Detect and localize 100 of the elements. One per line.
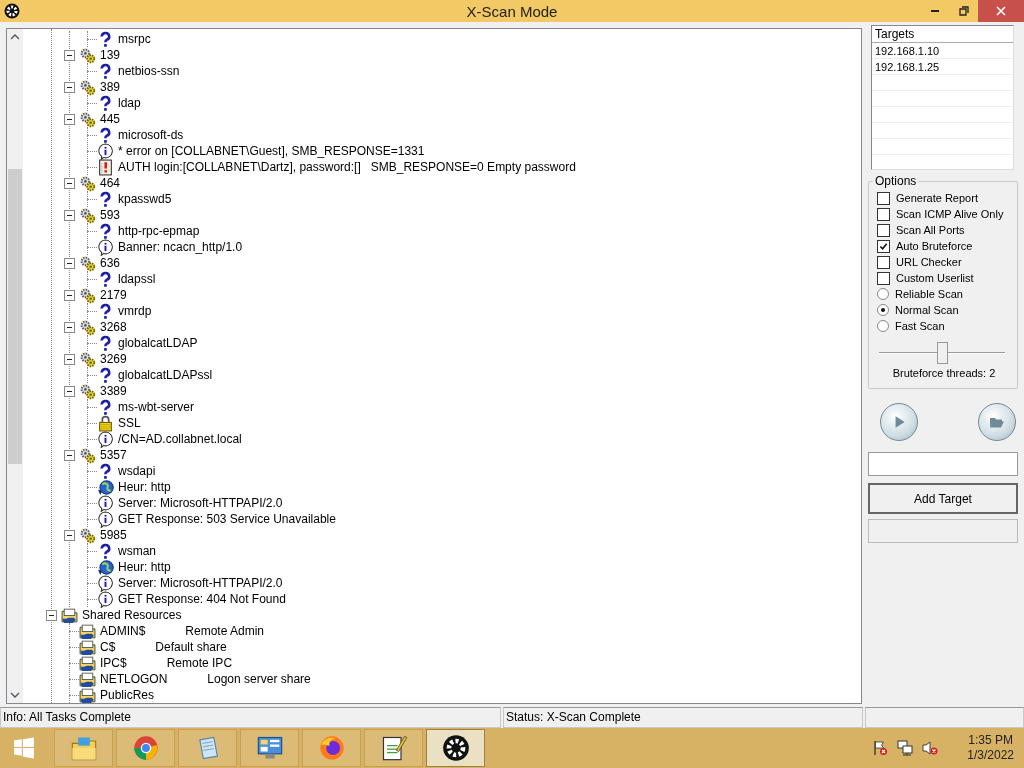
tree-item-text[interactable]: globalcatLDAPssl (118, 367, 213, 383)
tree-item-text[interactable]: GET Response: 404 Not Found (118, 591, 286, 607)
gear-icon (4, 3, 20, 19)
share-name[interactable]: NETLOGON (100, 671, 168, 687)
tree-item-text[interactable]: Server: Microsoft-HTTPAPI/2.0 (118, 495, 283, 511)
gears-icon (79, 174, 96, 192)
port-number[interactable]: 5985 (100, 527, 127, 543)
expand-toggle[interactable] (63, 209, 75, 221)
target-input-field[interactable] (868, 452, 1018, 476)
clock-time[interactable]: 1:35 PM (968, 733, 1013, 748)
slider-thumb[interactable] (937, 342, 948, 364)
gears-icon (79, 382, 96, 400)
scroll-thumb[interactable] (8, 169, 22, 464)
share-name[interactable]: IPC$ (100, 655, 127, 671)
share-name[interactable]: ADMIN$ (100, 623, 146, 639)
tree-item-text[interactable]: msrpc (118, 31, 151, 47)
expand-toggle[interactable] (63, 81, 75, 93)
clock-date[interactable]: 1/3/2022 (967, 748, 1014, 763)
info-icon (97, 510, 114, 528)
gears-icon (79, 110, 96, 128)
taskbar-button[interactable] (364, 729, 423, 767)
info-icon (97, 494, 114, 512)
radio-button[interactable] (877, 320, 889, 332)
tree-item-text[interactable]: wsdapi (118, 463, 156, 479)
port-number[interactable]: 3268 (100, 319, 127, 335)
expand-toggle[interactable] (63, 529, 75, 541)
option-label: Scan All Ports (896, 224, 965, 236)
taskbar-button[interactable] (426, 729, 485, 767)
scrollbar[interactable] (7, 29, 23, 703)
port-number[interactable]: 3389 (100, 383, 127, 399)
port-number[interactable]: 2179 (100, 287, 127, 303)
expand-toggle[interactable] (63, 177, 75, 189)
radio-button[interactable] (877, 304, 889, 316)
tree-item-text[interactable]: http-rpc-epmap (118, 223, 200, 239)
tree-item-text[interactable]: globalcatLDAP (118, 335, 198, 351)
port-number[interactable]: 593 (100, 207, 121, 223)
tree-item-text[interactable]: kpasswd5 (118, 191, 172, 207)
port-number[interactable]: 3269 (100, 351, 127, 367)
expand-toggle[interactable] (63, 385, 75, 397)
port-number[interactable]: 445 (100, 111, 121, 127)
open-button[interactable] (978, 403, 1016, 441)
taskbar-button[interactable] (240, 729, 299, 767)
slider-track[interactable] (879, 342, 1005, 364)
tree-item-text[interactable]: GET Response: 503 Service Unavailable (118, 511, 336, 527)
gears-icon (79, 78, 96, 96)
expand-toggle[interactable] (63, 449, 75, 461)
checkbox[interactable] (877, 223, 890, 237)
tree-item-text[interactable]: ldapssl (118, 271, 156, 287)
radio-button[interactable] (877, 288, 889, 300)
expand-toggle[interactable] (63, 49, 75, 61)
list-item[interactable]: 192.168.1.25 (875, 60, 1010, 76)
list-item[interactable]: 192.168.1.10 (875, 44, 1010, 60)
tree-item-text[interactable]: AUTH login:[COLLABNET\Dartz], password:[] SMB_RESPONSE=0 Empty password (118, 159, 576, 175)
expand-toggle[interactable] (63, 321, 75, 333)
flag-icon[interactable] (872, 740, 889, 756)
minimize-icon (930, 10, 939, 12)
tree-item-text[interactable]: Shared Resources (82, 607, 182, 623)
expand-toggle[interactable] (63, 289, 75, 301)
tree-item-text[interactable]: vmrdp (118, 303, 152, 319)
option-label: Reliable Scan (895, 288, 963, 300)
tree-item-text[interactable]: Heur: http (118, 559, 171, 575)
checkbox[interactable] (877, 271, 890, 285)
tree-item-text[interactable]: microsoft-ds (118, 127, 184, 143)
tree-item-text[interactable]: /CN=AD.collabnet.local (118, 431, 242, 447)
tree-item-text[interactable]: ms-wbt-server (118, 399, 194, 415)
port-number[interactable]: 464 (100, 175, 121, 191)
tree-item-text[interactable]: Heur: http (118, 479, 171, 495)
windows-logo-icon (13, 737, 35, 759)
port-number[interactable]: 5357 (100, 447, 127, 463)
tree-item-text[interactable]: ldap (118, 95, 141, 111)
expand-toggle[interactable] (63, 257, 75, 269)
expand-toggle[interactable] (45, 609, 57, 621)
tree-item-text[interactable]: netbios-ssn (118, 63, 180, 79)
speaker-muted-icon[interactable] (922, 740, 939, 756)
expand-toggle[interactable] (63, 353, 75, 365)
checkbox[interactable] (877, 239, 890, 253)
share-name[interactable]: C$ (100, 639, 116, 655)
tree-item-text[interactable]: wsman (118, 543, 156, 559)
tree-item-text[interactable]: Banner: ncacn_http/1.0 (118, 239, 243, 255)
globe-icon (97, 478, 114, 496)
share-name[interactable]: PublicRes (100, 687, 155, 703)
tree-item-text[interactable]: * error on [COLLABNET\Guest], SMB_RESPONSE=1331 (118, 143, 425, 159)
info-icon (97, 238, 114, 256)
start-scan-button[interactable] (880, 403, 918, 441)
port-number[interactable]: 636 (100, 255, 121, 271)
option-label: Auto Bruteforce (896, 240, 973, 252)
port-number[interactable]: 389 (100, 79, 121, 95)
tree-item-text[interactable]: Server: Microsoft-HTTPAPI/2.0 (118, 575, 283, 591)
checkbox[interactable] (877, 255, 890, 269)
expand-toggle[interactable] (63, 113, 75, 125)
tree-item-text[interactable]: SSL (118, 415, 141, 431)
column-header[interactable]: Targets (872, 26, 1013, 43)
network-icon[interactable] (897, 740, 914, 756)
port-number[interactable]: 139 (100, 47, 121, 63)
info-icon (97, 142, 114, 160)
info-icon (97, 590, 114, 608)
close-button[interactable] (978, 0, 1024, 22)
checkbox[interactable] (877, 191, 890, 205)
add-target-button[interactable]: Add Target (868, 483, 1018, 514)
checkbox[interactable] (877, 207, 890, 221)
